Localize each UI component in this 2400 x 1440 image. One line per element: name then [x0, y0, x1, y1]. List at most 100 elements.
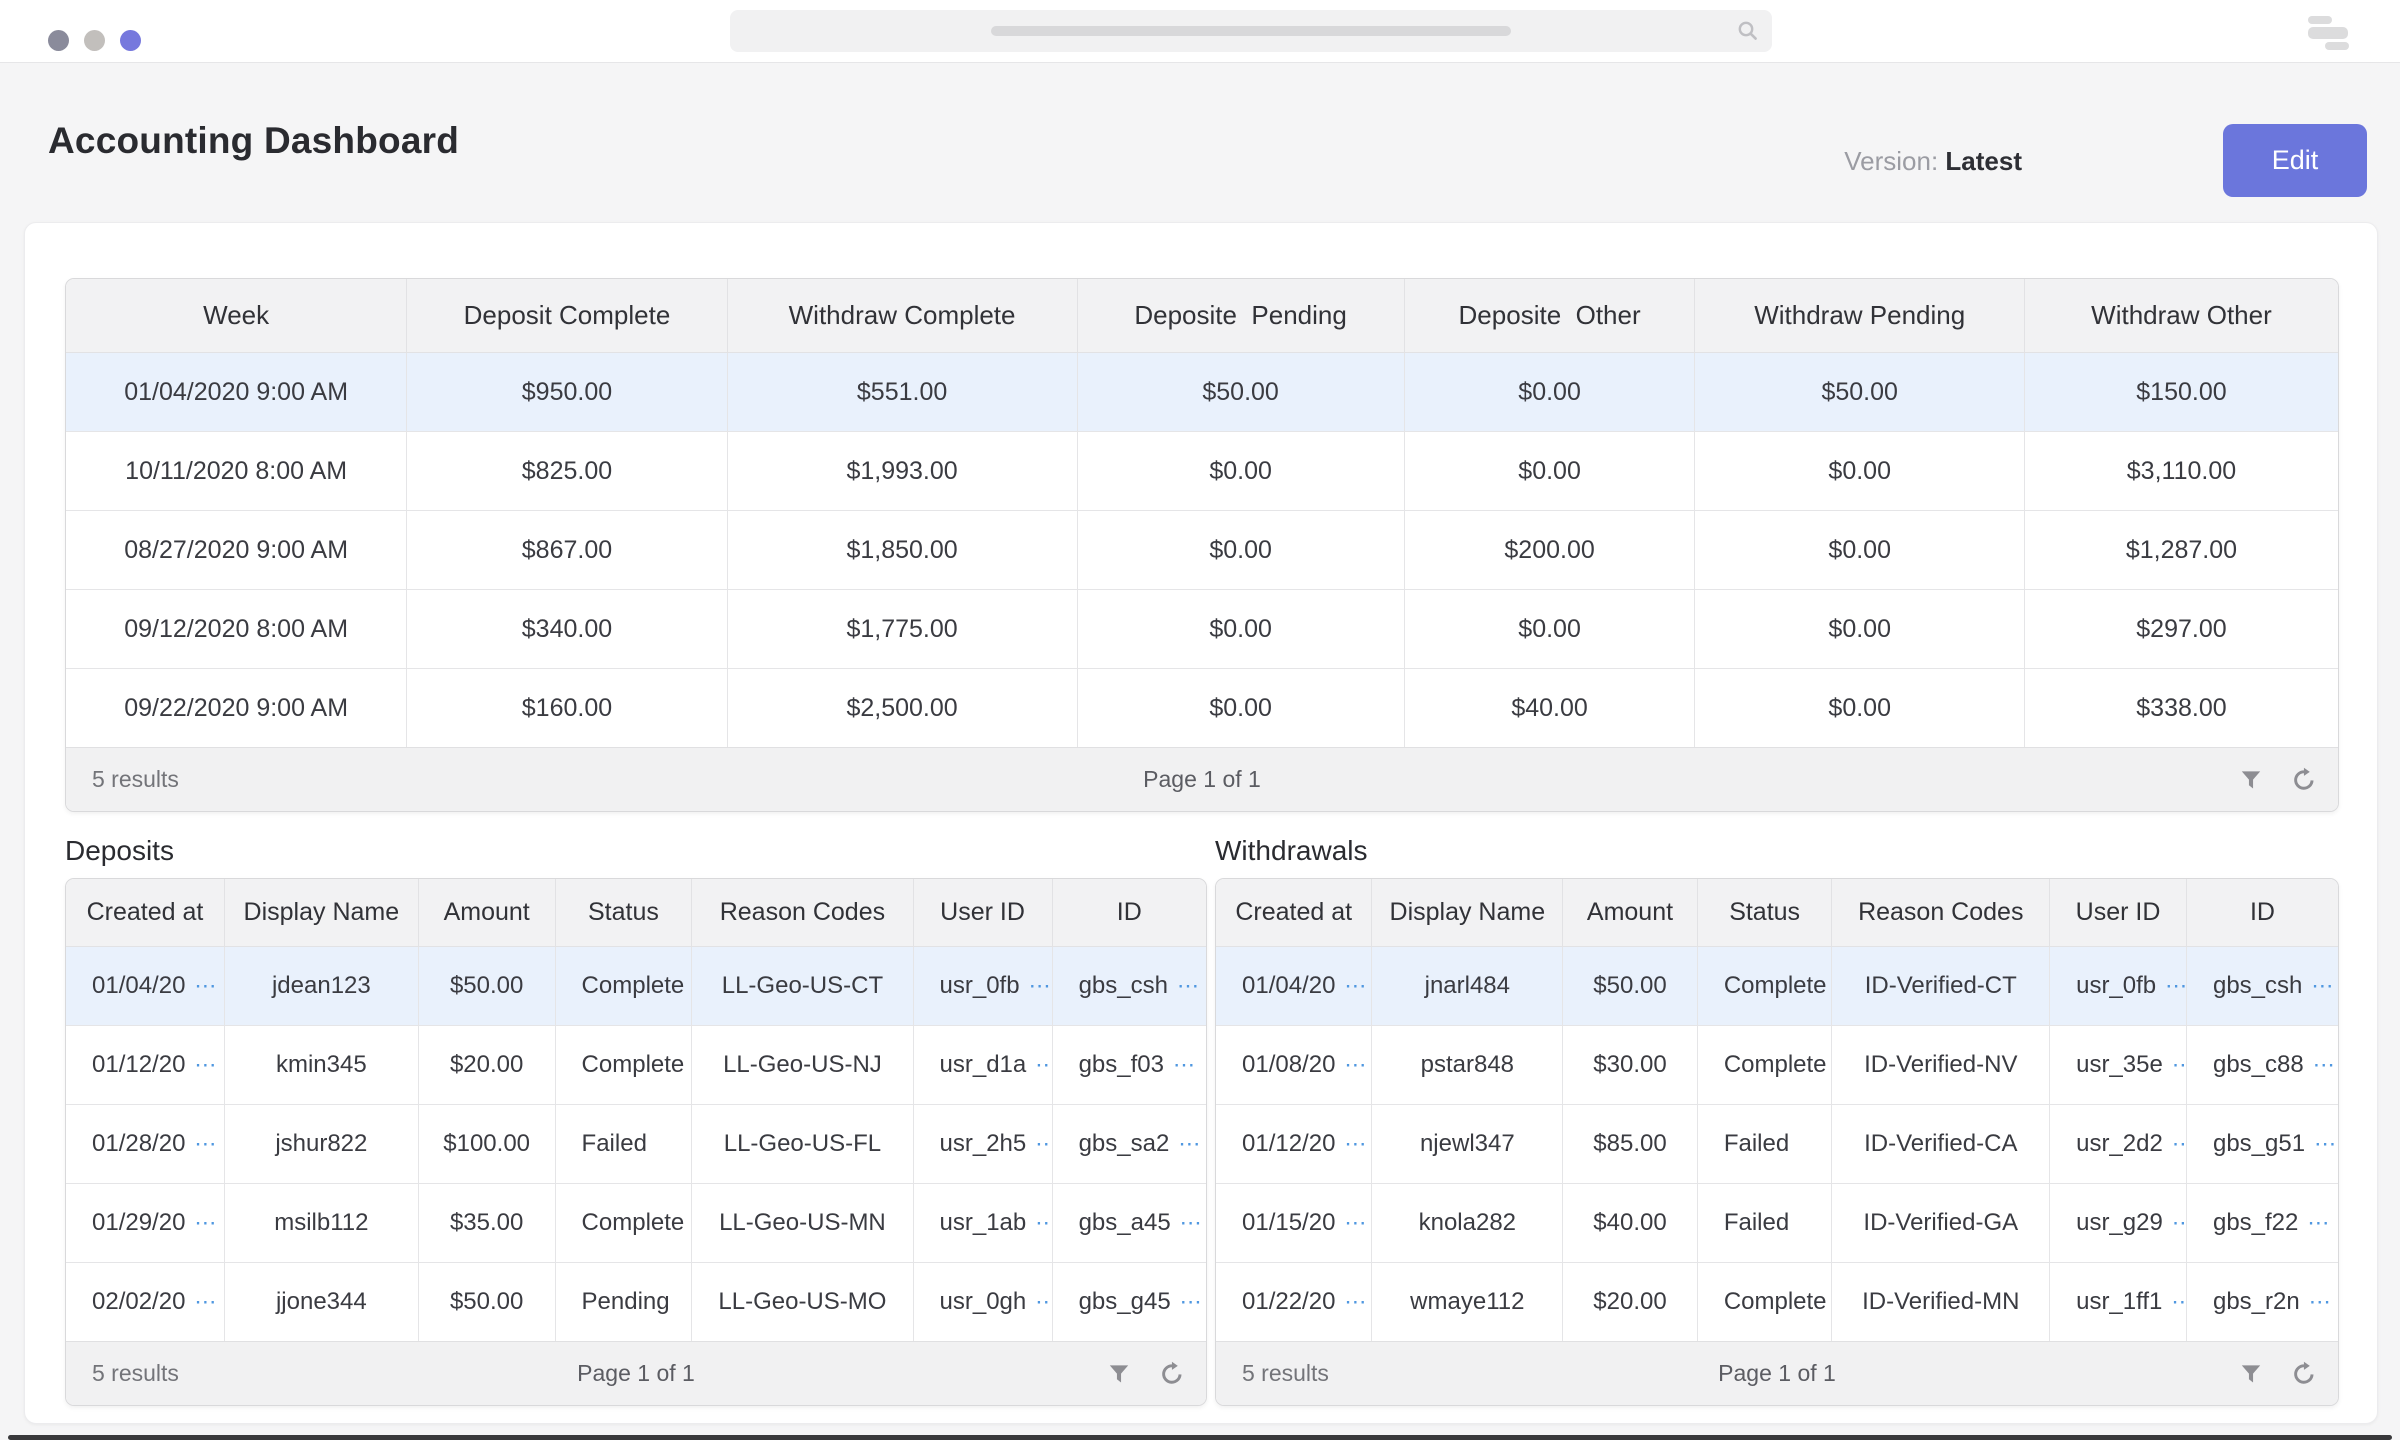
edit-button[interactable]: Edit: [2223, 124, 2367, 197]
column-header-id: ID: [1052, 879, 1206, 947]
table-row[interactable]: 01/04/2020 9:00 AM$950.00$551.00$50.00$0…: [66, 353, 2338, 432]
column-header-status: Status: [1697, 879, 1832, 947]
column-header-deposite-pending: Deposite Pending: [1077, 279, 1404, 353]
cell-id: gbs_g51⋯: [2186, 1105, 2338, 1184]
table-row[interactable]: 01/28/20⋯jshur822$100.00FailedLL-Geo-US-…: [66, 1105, 1206, 1184]
table-row[interactable]: 01/12/20⋯njewl347$85.00FailedID-Verified…: [1216, 1105, 2338, 1184]
withdrawals-header-row: Created atDisplay NameAmountStatusReason…: [1216, 879, 2338, 947]
refresh-icon: [2290, 766, 2317, 793]
cell-reason-codes: ID-Verified-CT: [1832, 947, 2050, 1026]
cell-week: 09/12/2020 8:00 AM: [66, 590, 407, 669]
window-control-dot-2[interactable]: [84, 30, 105, 51]
table-row[interactable]: 09/12/2020 8:00 AM$340.00$1,775.00$0.00$…: [66, 590, 2338, 669]
weekly-summary-table-card: WeekDeposit CompleteWithdraw CompleteDep…: [65, 278, 2339, 812]
refresh-icon: [1158, 1360, 1185, 1387]
cell-user-id: usr_d1a⋯: [913, 1026, 1052, 1105]
cell-deposit-complete: $340.00: [407, 590, 727, 669]
cell-withdraw-pending: $0.00: [1695, 669, 2024, 748]
cell-status: Complete: [555, 1026, 692, 1105]
cell-status: Failed: [1697, 1105, 1832, 1184]
cell-display-name: jdean123: [224, 947, 418, 1026]
truncation-ellipsis-icon: ⋯: [1035, 1131, 1052, 1156]
cell-id: gbs_c88⋯: [2186, 1026, 2338, 1105]
cell-status: Failed: [555, 1105, 692, 1184]
table-row[interactable]: 02/02/20⋯jjone344$50.00PendingLL-Geo-US-…: [66, 1263, 1206, 1342]
table-row[interactable]: 01/04/20⋯jdean123$50.00CompleteLL-Geo-US…: [66, 947, 1206, 1026]
truncation-ellipsis-icon: ⋯: [2313, 1052, 2336, 1077]
cell-display-name: pstar848: [1372, 1026, 1563, 1105]
table-row[interactable]: 01/04/20⋯jnarl484$50.00CompleteID-Verifi…: [1216, 947, 2338, 1026]
address-search-input[interactable]: [730, 10, 1772, 52]
truncation-ellipsis-icon: ⋯: [2165, 973, 2186, 998]
deposits-table-card: Created atDisplay NameAmountStatusReason…: [65, 878, 1207, 1406]
window-control-dot-3[interactable]: [120, 30, 141, 51]
window-controls: [48, 30, 141, 51]
filter-icon: [1106, 1361, 1132, 1387]
cell-user-id: usr_2d2⋯: [2050, 1105, 2187, 1184]
table-row[interactable]: 01/22/20⋯wmaye112$20.00CompleteID-Verifi…: [1216, 1263, 2338, 1342]
cell-week: 08/27/2020 9:00 AM: [66, 511, 407, 590]
table-row[interactable]: 01/08/20⋯pstar848$30.00CompleteID-Verifi…: [1216, 1026, 2338, 1105]
column-header-id: ID: [2186, 879, 2338, 947]
version-value: Latest: [1945, 146, 2022, 176]
table-row[interactable]: 01/12/20⋯kmin345$20.00CompleteLL-Geo-US-…: [66, 1026, 1206, 1105]
cell-withdraw-other: $338.00: [2024, 669, 2338, 748]
refresh-button[interactable]: [2288, 1359, 2318, 1389]
cell-display-name: wmaye112: [1372, 1263, 1563, 1342]
table-row[interactable]: 08/27/2020 9:00 AM$867.00$1,850.00$0.00$…: [66, 511, 2338, 590]
column-header-created-at: Created at: [66, 879, 224, 947]
table-row[interactable]: 01/15/20⋯knola282$40.00FailedID-Verified…: [1216, 1184, 2338, 1263]
cell-user-id: usr_1ff1⋯: [2050, 1263, 2187, 1342]
truncation-ellipsis-icon: ⋯: [194, 973, 217, 998]
cell-user-id: usr_35e⋯: [2050, 1026, 2187, 1105]
cell-withdraw-pending: $0.00: [1695, 511, 2024, 590]
truncation-ellipsis-icon: ⋯: [1029, 973, 1052, 998]
cell-deposit-complete: $825.00: [407, 432, 727, 511]
window-control-dot-1[interactable]: [48, 30, 69, 51]
cell-amount: $100.00: [418, 1105, 555, 1184]
cell-status: Complete: [555, 1184, 692, 1263]
table-row[interactable]: 10/11/2020 8:00 AM$825.00$1,993.00$0.00$…: [66, 432, 2338, 511]
cell-reason-codes: ID-Verified-GA: [1832, 1184, 2050, 1263]
cell-withdraw-other: $3,110.00: [2024, 432, 2338, 511]
page-indicator: Page 1 of 1: [577, 1360, 695, 1387]
cell-withdraw-other: $150.00: [2024, 353, 2338, 432]
version-text: Version: Latest: [1844, 146, 2022, 177]
cell-created-at: 01/22/20⋯: [1216, 1263, 1372, 1342]
truncation-ellipsis-icon: ⋯: [2172, 1131, 2187, 1156]
cell-display-name: jshur822: [224, 1105, 418, 1184]
filter-button[interactable]: [2236, 1359, 2266, 1389]
withdrawals-table-card: Created atDisplay NameAmountStatusReason…: [1215, 878, 2339, 1406]
cell-user-id: usr_1ab⋯: [913, 1184, 1052, 1263]
table-row[interactable]: 01/29/20⋯msilb112$35.00CompleteLL-Geo-US…: [66, 1184, 1206, 1263]
refresh-button[interactable]: [2288, 765, 2318, 795]
cell-deposite-pending: $0.00: [1077, 590, 1404, 669]
truncation-ellipsis-icon: ⋯: [2311, 973, 2334, 998]
cell-deposite-other: $40.00: [1404, 669, 1695, 748]
cell-status: Complete: [1697, 1263, 1832, 1342]
filter-button[interactable]: [2236, 765, 2266, 795]
weekly-summary-table: WeekDeposit CompleteWithdraw CompleteDep…: [66, 279, 2338, 747]
results-count: 5 results: [1242, 1360, 1329, 1387]
menu-bar-icon: [2308, 16, 2332, 24]
filter-button[interactable]: [1104, 1359, 1134, 1389]
table-row[interactable]: 09/22/2020 9:00 AM$160.00$2,500.00$0.00$…: [66, 669, 2338, 748]
deposits-section-title: Deposits: [65, 835, 174, 867]
cell-reason-codes: LL-Geo-US-FL: [692, 1105, 913, 1184]
results-count: 5 results: [92, 1360, 179, 1387]
cell-withdraw-complete: $551.00: [727, 353, 1077, 432]
cell-deposite-pending: $0.00: [1077, 511, 1404, 590]
cell-deposit-complete: $160.00: [407, 669, 727, 748]
withdrawals-section-title: Withdrawals: [1215, 835, 1367, 867]
cell-amount: $20.00: [418, 1026, 555, 1105]
cell-reason-codes: ID-Verified-CA: [1832, 1105, 2050, 1184]
cell-id: gbs_sa2⋯: [1052, 1105, 1206, 1184]
column-header-user-id: User ID: [2050, 879, 2187, 947]
cell-id: gbs_f22⋯: [2186, 1184, 2338, 1263]
browser-menu-icon[interactable]: [2306, 12, 2352, 50]
truncation-ellipsis-icon: ⋯: [194, 1131, 217, 1156]
cell-withdraw-complete: $1,850.00: [727, 511, 1077, 590]
truncation-ellipsis-icon: ⋯: [194, 1210, 217, 1235]
refresh-button[interactable]: [1156, 1359, 1186, 1389]
deposits-table-footer: 5 results Page 1 of 1: [66, 1341, 1206, 1405]
